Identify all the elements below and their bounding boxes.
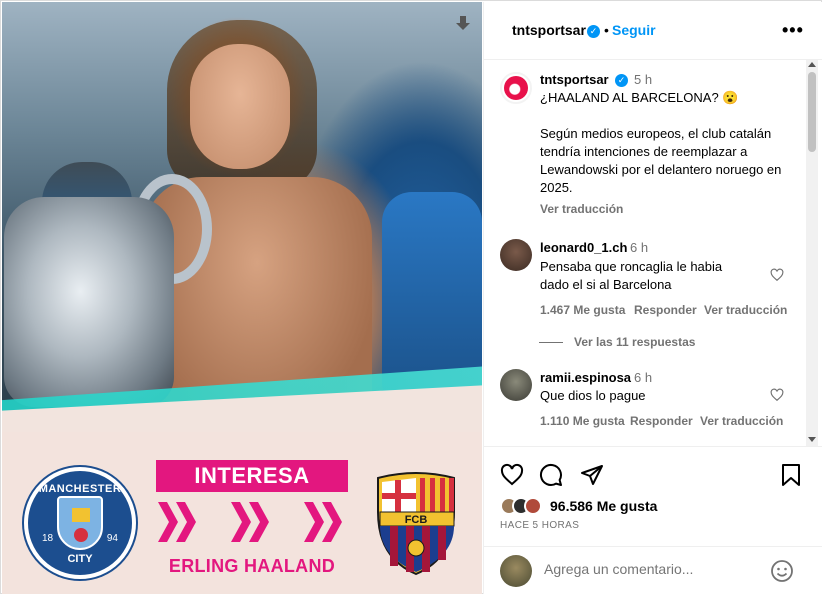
crest-year-left: 18 bbox=[42, 533, 54, 544]
crest-shield bbox=[57, 496, 103, 550]
likes-number: 96.586 bbox=[550, 498, 593, 514]
scrollbar-thumb[interactable] bbox=[808, 72, 816, 152]
share-paper-plane-icon[interactable] bbox=[580, 463, 604, 487]
view-replies-link[interactable]: Ver las 11 respuestas bbox=[538, 335, 696, 349]
player-photo bbox=[2, 2, 482, 422]
liker-avatar bbox=[524, 497, 542, 515]
likes-label: Me gusta bbox=[596, 498, 658, 514]
comment-bubble-icon[interactable] bbox=[539, 463, 563, 487]
comment-composer bbox=[484, 546, 822, 594]
scroll-up-arrow-icon[interactable] bbox=[808, 62, 816, 67]
post-timestamp[interactable]: HACE 5 HORAS bbox=[500, 520, 579, 531]
scroll-down-arrow-icon[interactable] bbox=[808, 437, 816, 442]
comment-username[interactable]: ramii.espinosa bbox=[540, 370, 631, 385]
current-user-avatar bbox=[500, 555, 532, 587]
comment-time[interactable]: 6 h bbox=[634, 370, 652, 385]
like-heart-icon[interactable] bbox=[500, 463, 524, 487]
crest-rose bbox=[74, 528, 88, 542]
player-name: ERLING HAALAND bbox=[168, 556, 336, 576]
header-username[interactable]: tntsportsar bbox=[512, 22, 586, 38]
post-sidebar: tntsportsar ✓ • Seguir ••• tntsportsar ✓… bbox=[483, 2, 822, 594]
crest-ship bbox=[72, 508, 90, 522]
reply-link[interactable]: Responder bbox=[634, 303, 697, 317]
avatar[interactable] bbox=[500, 72, 532, 104]
fc-barcelona-crest: FCB bbox=[377, 472, 455, 576]
comments-scrollbar[interactable] bbox=[806, 60, 818, 446]
comment-text: Que dios lo pague bbox=[540, 388, 646, 403]
caption-username[interactable]: tntsportsar bbox=[540, 72, 609, 87]
crest-text-bottom: CITY bbox=[67, 553, 93, 565]
likes-count[interactable]: 96.586 Me gusta bbox=[550, 498, 657, 514]
comments-list[interactable]: tntsportsar ✓ 5 h ¿HAALAND AL BARCELONA?… bbox=[484, 60, 809, 446]
like-comment-heart-icon[interactable] bbox=[770, 388, 784, 402]
fcb-letters: FCB bbox=[405, 514, 428, 526]
avatar[interactable] bbox=[500, 239, 532, 271]
comment-likes[interactable]: 1.110 Me gusta bbox=[540, 414, 625, 428]
caption-translate-link[interactable]: Ver traducción bbox=[540, 202, 623, 216]
comment-input[interactable] bbox=[544, 561, 764, 577]
save-bookmark-icon[interactable] bbox=[779, 463, 803, 487]
crest-year-right: 94 bbox=[106, 533, 118, 544]
more-options-icon[interactable]: ••• bbox=[782, 20, 804, 41]
download-icon[interactable] bbox=[455, 16, 471, 32]
manchester-city-crest: MANCHESTER 18 94 CITY bbox=[24, 467, 136, 579]
comment-time[interactable]: 6 h bbox=[630, 240, 648, 255]
crest-text-top: MANCHESTER bbox=[38, 483, 122, 495]
double-chevron-icon bbox=[231, 502, 275, 542]
caption-body: Según medios europeos, el club catalán t… bbox=[540, 126, 782, 195]
trophy bbox=[4, 197, 174, 407]
verified-badge-icon: ✓ bbox=[615, 74, 628, 87]
post-modal: MANCHESTER 18 94 CITY INTERESA ERLING HA… bbox=[0, 0, 822, 594]
comment-text: Pensaba que roncaglia le habia dado el s… bbox=[540, 259, 723, 292]
post-header: tntsportsar ✓ • Seguir ••• bbox=[484, 2, 822, 60]
caption-title: ¿HAALAND AL BARCELONA? 😮 bbox=[540, 90, 739, 105]
emoji-smiley-icon[interactable] bbox=[770, 559, 794, 583]
translate-link[interactable]: Ver traducción bbox=[700, 414, 783, 428]
post-image[interactable]: MANCHESTER 18 94 CITY INTERESA ERLING HA… bbox=[2, 2, 482, 594]
like-comment-heart-icon[interactable] bbox=[770, 268, 784, 282]
banner-label: INTERESA bbox=[156, 460, 348, 492]
comment-username[interactable]: leonard0_1.ch bbox=[540, 240, 627, 255]
post-actions: 96.586 Me gusta HACE 5 HORAS bbox=[484, 446, 822, 546]
translate-link[interactable]: Ver traducción bbox=[704, 303, 787, 317]
double-chevron-icon bbox=[158, 502, 202, 542]
verified-badge-icon: ✓ bbox=[587, 25, 600, 38]
player-face bbox=[190, 44, 290, 169]
reply-link[interactable]: Responder bbox=[630, 414, 693, 428]
double-chevron-icon bbox=[304, 502, 348, 542]
separator-dot: • bbox=[604, 22, 609, 38]
caption-time[interactable]: 5 h bbox=[634, 72, 652, 87]
chevron-arrows bbox=[158, 502, 348, 548]
follow-button[interactable]: Seguir bbox=[612, 22, 656, 38]
comment-likes[interactable]: 1.467 Me gusta bbox=[540, 303, 625, 317]
view-replies-label: Ver las 11 respuestas bbox=[574, 335, 696, 349]
avatar[interactable] bbox=[500, 369, 532, 401]
